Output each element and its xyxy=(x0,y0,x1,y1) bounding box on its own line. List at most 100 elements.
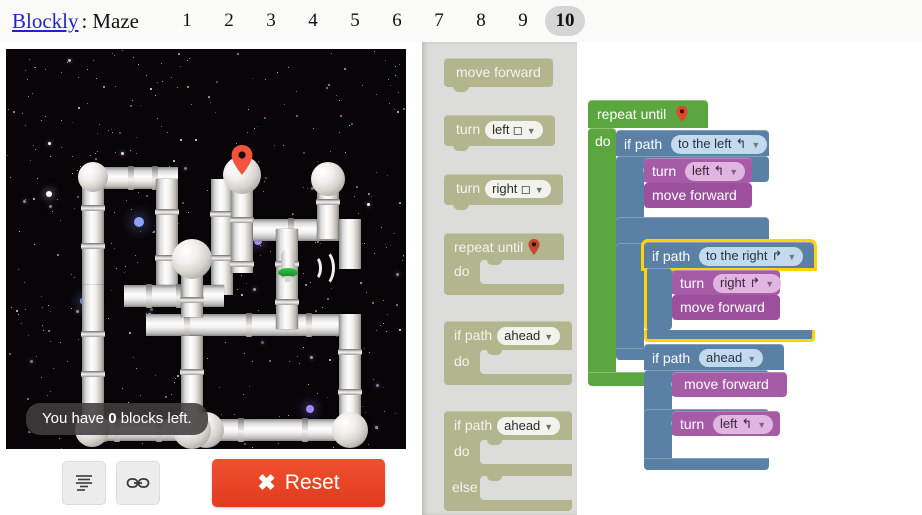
block-notch xyxy=(453,204,469,210)
turn-direction-dropdown[interactable]: right ◻ ▼ xyxy=(485,180,551,198)
blockly-workspace[interactable]: repeat until do if path to the left↰▼ do… xyxy=(577,42,922,515)
maze-pipe-joint xyxy=(155,209,179,215)
if-left-condition-dropdown[interactable]: to the left ↰ ▼ xyxy=(671,135,768,154)
toolbox-block-if-else-path[interactable]: if path ahead ▼ do else xyxy=(444,411,572,511)
chain-link-icon[interactable] xyxy=(116,461,160,505)
chevron-down-icon: ▼ xyxy=(747,354,757,364)
else-label: else xyxy=(452,479,478,495)
turn-direction-dropdown[interactable]: left ◻ ▼ xyxy=(485,121,543,139)
blockly-brand-link[interactable]: Blockly xyxy=(12,9,79,34)
reset-button[interactable]: ✖ Reset xyxy=(212,459,385,507)
app-header: Blockly : Maze 1 2 3 4 5 6 7 8 9 10 xyxy=(0,0,922,42)
do-label: do xyxy=(454,263,470,279)
if-right-condition-dropdown[interactable]: to the right ↱ ▼ xyxy=(699,247,804,266)
level-tab-8[interactable]: 8 xyxy=(461,6,501,36)
turn-arrow-glyph: ↱ xyxy=(749,275,761,290)
maze-pipe-cap xyxy=(311,162,345,196)
toolbox-block-if-path[interactable]: if path ahead ▼ do xyxy=(444,321,572,385)
level-tab-2[interactable]: 2 xyxy=(209,6,249,36)
move-forward-label: move forward xyxy=(684,376,769,392)
turn-left-block-2[interactable]: turn left ↰ ▼ xyxy=(672,411,780,436)
maze-pipe xyxy=(339,314,361,422)
level-tab-10[interactable]: 10 xyxy=(544,6,585,36)
chevron-down-icon: ▼ xyxy=(765,279,775,289)
block-notch xyxy=(453,145,469,151)
level-tab-6[interactable]: 6 xyxy=(377,6,417,36)
level-tab-5[interactable]: 5 xyxy=(335,6,375,36)
turn-right-block[interactable]: turn right ↱ ▼ xyxy=(672,270,782,295)
if-left-gap xyxy=(616,217,769,243)
turn-direction-dropdown[interactable]: right ↱ ▼ xyxy=(713,274,782,293)
turn-arrow-glyph: ◻ xyxy=(509,123,523,137)
if-left-block-header[interactable]: if path to the left ↰ ▼ xyxy=(616,130,769,156)
maze-pipe-joint xyxy=(180,297,204,303)
turn-direction-dropdown[interactable]: left ↰ ▼ xyxy=(685,162,746,181)
maze-pipe-cap xyxy=(332,412,368,448)
maze-column: You have 0 blocks left. ✖ Reset xyxy=(0,42,414,515)
maze-pipe xyxy=(211,179,233,295)
turn-direction-value: right xyxy=(720,275,746,290)
status-suffix: blocks left. xyxy=(116,410,192,427)
maze-pipe xyxy=(231,181,253,273)
maze-pipe-joint xyxy=(316,199,340,205)
block-else-slot: else xyxy=(452,476,572,500)
move-forward-block-1[interactable]: move forward xyxy=(644,183,752,208)
turn-direction-dropdown[interactable]: left ↰ ▼ xyxy=(713,415,774,434)
maze-canvas[interactable]: You have 0 blocks left. xyxy=(6,49,406,449)
status-count: 0 xyxy=(108,410,117,427)
maze-pipe-joint xyxy=(180,369,204,375)
code-lines-icon[interactable] xyxy=(62,461,106,505)
if-ahead-foot xyxy=(644,458,769,470)
chevron-down-icon: ▼ xyxy=(729,167,739,177)
close-x-icon: ✖ xyxy=(257,470,276,495)
if-condition-dropdown[interactable]: ahead ▼ xyxy=(497,417,561,435)
chevron-down-icon: ▼ xyxy=(544,422,554,432)
toolbox-blocks: move forward turn left ◻ ▼ turn right ◻ ▼ repea… xyxy=(422,42,577,511)
move-forward-block-3[interactable]: move forward xyxy=(672,372,787,397)
turn-label: turn xyxy=(680,275,705,291)
if-condition-dropdown[interactable]: ahead ▼ xyxy=(497,327,561,345)
signal-wave-icon xyxy=(311,249,335,287)
do-label: do xyxy=(454,353,470,369)
level-tab-4[interactable]: 4 xyxy=(293,6,333,36)
toolbox-block-label: if path xyxy=(454,417,493,433)
maze-pipe-joint xyxy=(306,313,312,337)
turn-direction-value: right xyxy=(492,181,518,196)
toolbox-block-turn-right[interactable]: turn right ◻ ▼ xyxy=(444,174,563,210)
maze-pipe-joint xyxy=(81,331,105,337)
maze-pipe-joint xyxy=(81,371,105,377)
level-tab-1[interactable]: 1 xyxy=(167,6,207,36)
maze-pipe-joint xyxy=(146,284,152,308)
turn-left-block-1[interactable]: turn left ↰ ▼ xyxy=(644,158,752,183)
maze-pipe-joint xyxy=(238,418,244,442)
level-tab-3[interactable]: 3 xyxy=(251,6,291,36)
block-toolbox[interactable]: move forward turn left ◻ ▼ turn right ◻ ▼ repea… xyxy=(414,42,577,515)
block-notch xyxy=(453,86,469,92)
brand-separator: : xyxy=(81,8,88,33)
if-left-label: if path xyxy=(624,136,663,152)
turn-arrow-glyph: ↰ xyxy=(713,163,725,178)
toolbox-block-move-forward[interactable]: move forward xyxy=(444,58,553,92)
toolbox-block-turn-left[interactable]: turn left ◻ ▼ xyxy=(444,115,555,151)
block-statement-slot: do xyxy=(454,440,572,464)
status-prefix: You have xyxy=(42,410,109,427)
if-ahead-block-header[interactable]: if path ahead ▼ xyxy=(644,344,784,370)
if-right-arrow-glyph: ↱ xyxy=(771,248,783,263)
if-left-condition-value: to the left xyxy=(678,136,732,151)
nebula-star xyxy=(306,405,314,413)
if-ahead-condition-value: ahead xyxy=(706,350,743,365)
chevron-down-icon: ▼ xyxy=(751,140,761,150)
main-panes: You have 0 blocks left. ✖ Reset move for… xyxy=(0,42,922,515)
maze-pipe-joint xyxy=(128,166,134,190)
level-tab-9[interactable]: 9 xyxy=(503,6,543,36)
repeat-until-block[interactable]: repeat until xyxy=(588,100,708,128)
chevron-down-icon: ▼ xyxy=(757,420,767,430)
toolbox-block-repeat-until[interactable]: repeat until do xyxy=(444,233,564,295)
level-tab-7[interactable]: 7 xyxy=(419,6,459,36)
player-nozzle xyxy=(285,276,291,282)
if-right-block-header[interactable]: if path to the right ↱ ▼ xyxy=(641,239,817,271)
if-ahead-condition-dropdown[interactable]: ahead ▼ xyxy=(699,349,764,367)
if-right-foot xyxy=(644,330,815,342)
move-forward-block-2[interactable]: move forward xyxy=(672,295,780,320)
chevron-down-icon: ▼ xyxy=(534,185,544,195)
